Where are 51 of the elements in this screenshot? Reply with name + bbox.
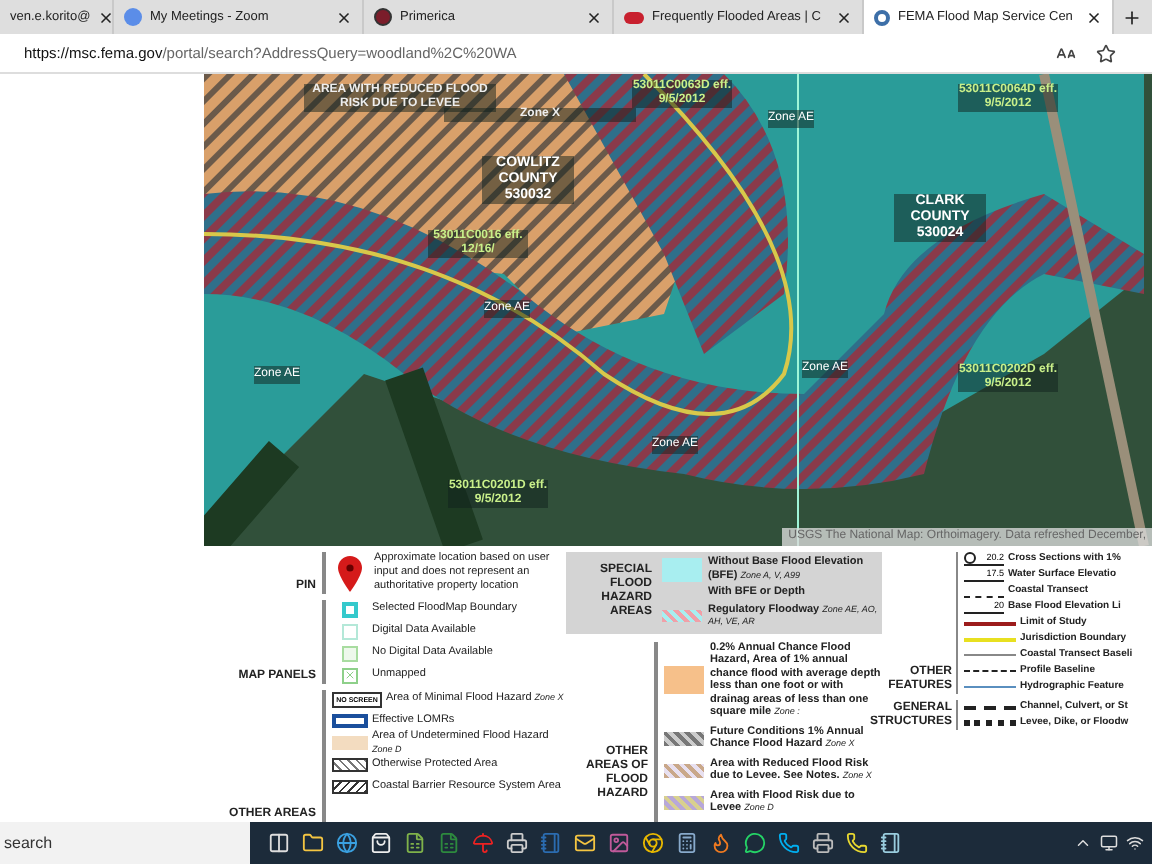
unmapped-icon [342, 667, 358, 683]
chrome-icon[interactable] [642, 832, 664, 854]
floodway-swatch [662, 610, 702, 622]
map-pin-icon [338, 555, 362, 591]
umbrella-icon[interactable] [472, 832, 494, 854]
mail-icon[interactable] [574, 832, 596, 854]
wifi-icon[interactable] [1126, 834, 1144, 852]
browser-icon[interactable] [336, 832, 358, 854]
line-symbol [964, 621, 1016, 625]
flame-icon[interactable] [710, 832, 732, 854]
hazard-swatch [664, 666, 704, 694]
folder-icon[interactable] [302, 832, 324, 854]
chevron-up-icon[interactable] [1074, 834, 1092, 852]
new-tab-icon[interactable] [1122, 7, 1142, 27]
spreadsheet-icon[interactable] [404, 832, 426, 854]
read-aloud-icon[interactable] [1056, 43, 1076, 63]
panel-swatch [342, 601, 358, 617]
calculator-icon[interactable] [676, 832, 698, 854]
close-icon[interactable] [98, 9, 115, 25]
phone-icon[interactable] [778, 832, 800, 854]
close-icon[interactable] [836, 9, 852, 25]
panel-swatch [342, 645, 358, 661]
picture-icon[interactable] [608, 832, 630, 854]
notebook-icon[interactable] [540, 832, 562, 854]
search-field[interactable]: search [0, 822, 250, 864]
notepad-icon[interactable] [880, 832, 902, 854]
monitor-icon[interactable] [1100, 834, 1118, 852]
close-icon[interactable] [336, 9, 352, 25]
lomr-swatch [332, 714, 368, 728]
favorite-icon[interactable] [1096, 43, 1116, 63]
chat-icon[interactable] [744, 832, 766, 854]
line-symbol [964, 637, 1016, 641]
line-symbol [964, 686, 1016, 688]
hazard-swatch [662, 557, 702, 581]
task-view-icon[interactable] [268, 832, 290, 854]
spreadsheet-icon[interactable] [438, 832, 460, 854]
levee-swatch [664, 795, 704, 809]
reduced-swatch [664, 763, 704, 777]
future-swatch [664, 731, 704, 745]
line-symbol [964, 705, 1016, 709]
printer-icon[interactable] [506, 832, 528, 854]
line-symbol [964, 720, 1016, 726]
line-symbol [964, 670, 1016, 672]
panel-swatch [342, 623, 358, 639]
store-icon[interactable] [370, 832, 392, 854]
line-symbol [964, 654, 1016, 656]
close-icon[interactable] [1086, 9, 1102, 25]
coastal-swatch [332, 780, 368, 794]
close-icon[interactable] [586, 9, 602, 25]
undetermined-swatch [332, 736, 368, 750]
protected-swatch [332, 758, 368, 772]
